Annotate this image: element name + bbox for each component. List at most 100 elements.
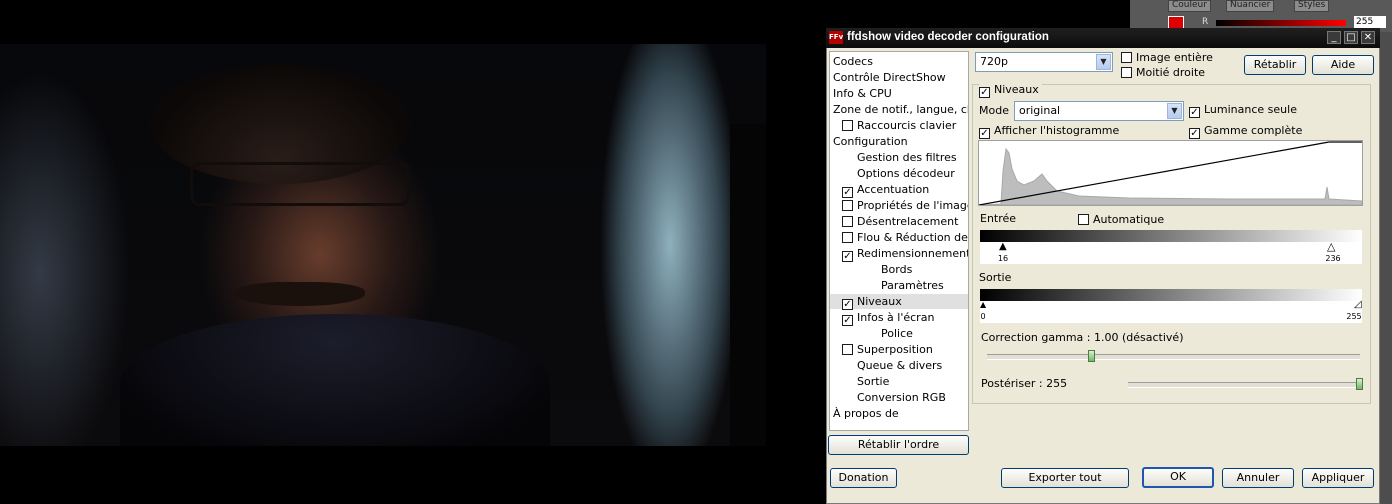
close-button[interactable]: ✕ <box>1361 31 1375 44</box>
tree-item[interactable]: Gestion des filtres <box>830 150 968 165</box>
output-low-marker[interactable]: ▲ <box>980 301 986 309</box>
moitie-droite-option[interactable]: Moitié droite <box>1121 66 1205 79</box>
tree-item[interactable]: Conversion RGB <box>830 390 968 405</box>
image-entiere-option[interactable]: Image entière <box>1121 51 1213 64</box>
tree-item[interactable]: Flou & Réduction de bru <box>830 230 968 245</box>
tree-item[interactable]: Options décodeur <box>830 166 968 181</box>
ok-button[interactable]: OK <box>1142 467 1214 488</box>
help-button[interactable]: Aide <box>1312 55 1374 75</box>
tree-item[interactable]: Paramètres <box>830 278 968 293</box>
tree-item[interactable]: Info & CPU <box>830 86 968 101</box>
maximize-button[interactable]: □ <box>1344 31 1358 44</box>
tree-item[interactable]: À propos de <box>830 406 968 421</box>
posterize-track[interactable] <box>1128 382 1362 388</box>
tree-item[interactable]: Configuration <box>830 134 968 149</box>
luminance-checkbox[interactable]: ✓ <box>1189 107 1200 118</box>
tree-item-checkbox[interactable]: ✓ <box>842 315 853 326</box>
input-gradient <box>980 230 1362 242</box>
tree-item-label: Options décodeur <box>857 167 955 180</box>
chevron-down-icon[interactable]: ▼ <box>1096 54 1111 70</box>
tree-item-label: Gestion des filtres <box>857 151 957 164</box>
tree-item[interactable]: ✓ Niveaux <box>830 294 968 310</box>
auto-checkbox[interactable] <box>1078 214 1089 225</box>
niveaux-toggle[interactable]: ✓ Niveaux <box>979 83 1042 98</box>
output-high-marker[interactable]: ◿ <box>1354 300 1362 310</box>
tree-item-label: Police <box>881 327 913 340</box>
tab-nuancier[interactable]: Nuancier <box>1226 0 1275 12</box>
luminance-option[interactable]: ✓ Luminance seule <box>1189 103 1297 118</box>
gamma-label: Correction gamma : 1.00 (désactivé) <box>981 331 1184 344</box>
input-low-marker[interactable]: ▲ <box>999 242 1007 252</box>
tab-styles[interactable]: Styles <box>1294 0 1330 12</box>
tree-item-label: Conversion RGB <box>857 391 946 404</box>
tree-item-checkbox[interactable] <box>842 232 853 243</box>
apply-button[interactable]: Appliquer <box>1302 468 1374 488</box>
chevron-down-icon[interactable]: ▼ <box>1167 103 1182 119</box>
input-slider[interactable]: ▲ 16 △ 236 <box>980 241 1362 264</box>
output-label: Sortie <box>979 271 1012 284</box>
niveaux-label: Niveaux <box>994 83 1039 96</box>
donation-button[interactable]: Donation <box>830 468 897 488</box>
tree-item-checkbox[interactable]: ✓ <box>842 187 853 198</box>
tree-item-label: Superposition <box>857 343 933 356</box>
tab-couleur[interactable]: Couleur <box>1168 0 1211 12</box>
tree-item[interactable]: Codecs <box>830 54 968 69</box>
cancel-button[interactable]: Annuler <box>1222 468 1294 488</box>
tree-item-label: Zone de notif., langue, chem <box>833 103 968 116</box>
settings-tree[interactable]: Codecs Contrôle DirectShow Info & CPU Zone … <box>829 51 969 431</box>
gamma-track[interactable] <box>987 354 1360 360</box>
tree-item[interactable]: Police <box>830 326 968 341</box>
tree-item-checkbox[interactable] <box>842 200 853 211</box>
tree-item[interactable]: Contrôle DirectShow <box>830 70 968 85</box>
background-app-side <box>1379 32 1392 504</box>
mode-select[interactable]: original ▼ <box>1014 101 1184 121</box>
posterize-label: Postériser : 255 <box>981 377 1068 390</box>
tree-item[interactable]: Superposition <box>830 342 968 357</box>
tree-item[interactable]: ✓ Infos à l'écran <box>830 310 968 326</box>
channel-slider[interactable] <box>1216 20 1346 26</box>
input-high-marker[interactable]: △ <box>1327 241 1335 252</box>
reset-button[interactable]: Rétablir <box>1244 55 1306 75</box>
tree-item-checkbox[interactable] <box>842 344 853 355</box>
output-slider[interactable]: ▲ 0 ◿ 255 <box>980 300 1362 323</box>
tree-item-label: Sortie <box>857 375 890 388</box>
tree-item-checkbox[interactable]: ✓ <box>842 299 853 310</box>
tree-item[interactable]: Raccourcis clavier <box>830 118 968 133</box>
gamma-thumb[interactable] <box>1088 350 1096 362</box>
tree-item[interactable]: Propriétés de l'image <box>830 198 968 213</box>
full-range-checkbox[interactable]: ✓ <box>1189 128 1200 139</box>
posterize-thumb[interactable] <box>1356 378 1363 390</box>
tree-item-label: Raccourcis clavier <box>857 119 957 132</box>
tree-item[interactable]: ✓ Redimensionnement & F <box>830 246 968 262</box>
tree-item-checkbox[interactable] <box>842 120 853 131</box>
histogram-checkbox[interactable]: ✓ <box>979 128 990 139</box>
tree-item[interactable]: Bords <box>830 262 968 277</box>
tree-item[interactable]: Zone de notif., langue, chem <box>830 102 968 117</box>
histogram-label: Afficher l'histogramme <box>994 124 1120 137</box>
tree-item[interactable]: Queue & divers <box>830 358 968 373</box>
output-gradient <box>980 289 1362 301</box>
channel-value[interactable]: 255 <box>1354 16 1386 28</box>
moitie-droite-checkbox[interactable] <box>1121 67 1132 78</box>
minimize-button[interactable]: _ <box>1327 31 1341 44</box>
full-range-option[interactable]: ✓ Gamme complète <box>1189 124 1302 139</box>
histogram <box>978 140 1363 206</box>
histogram-option[interactable]: ✓ Afficher l'histogramme <box>979 124 1119 139</box>
niveaux-checkbox[interactable]: ✓ <box>979 87 990 98</box>
tree-item[interactable]: Désentrelacement <box>830 214 968 229</box>
tree-item[interactable]: ✓ Accentuation <box>830 182 968 198</box>
tree-item-label: Accentuation <box>857 183 930 196</box>
tree-item-checkbox[interactable]: ✓ <box>842 251 853 262</box>
tree-item-label: À propos de <box>833 407 899 420</box>
export-all-button[interactable]: Exporter tout <box>1001 468 1129 488</box>
tree-item[interactable]: Sortie <box>830 374 968 389</box>
tree-item-checkbox[interactable] <box>842 216 853 227</box>
image-entiere-checkbox[interactable] <box>1121 52 1132 63</box>
tree-item-label: Paramètres <box>881 279 944 292</box>
auto-option[interactable]: Automatique <box>1078 213 1164 226</box>
dialog-title: ffdshow video decoder configuration <box>847 31 1049 43</box>
output-low-value: 0 <box>980 312 986 321</box>
video-glasses <box>190 162 410 206</box>
preset-select[interactable]: 720p ▼ <box>975 52 1113 72</box>
reset-order-button[interactable]: Rétablir l'ordre <box>828 435 969 455</box>
